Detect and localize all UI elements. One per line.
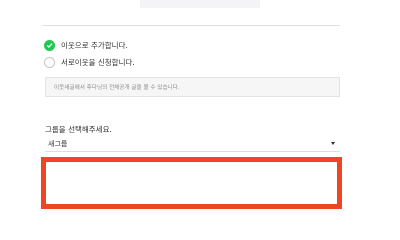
check-icon	[46, 42, 53, 48]
option-add-neighbor[interactable]: 이웃으로 추가합니다.	[44, 38, 128, 52]
group-select[interactable]: 새그룹	[45, 136, 340, 152]
highlight-box	[41, 157, 342, 209]
radio-unchecked[interactable]	[44, 56, 55, 68]
group-heading: 그룹을 선택해주세요.	[45, 125, 112, 134]
notice-box: 이웃새글에서 후다닝의 전체공개 글을 볼 수 있습니다.	[45, 77, 340, 97]
chevron-down-icon	[331, 142, 335, 145]
top-strip	[140, 0, 260, 8]
group-select-value: 새그룹	[48, 139, 68, 148]
divider	[42, 25, 340, 26]
option-add-neighbor-label: 이웃으로 추가합니다.	[61, 40, 128, 50]
option-mutual-neighbor[interactable]: 서로이웃을 신청합니다.	[44, 55, 135, 69]
option-mutual-neighbor-label: 서로이웃을 신청합니다.	[61, 57, 135, 67]
radio-checked[interactable]	[44, 39, 55, 51]
